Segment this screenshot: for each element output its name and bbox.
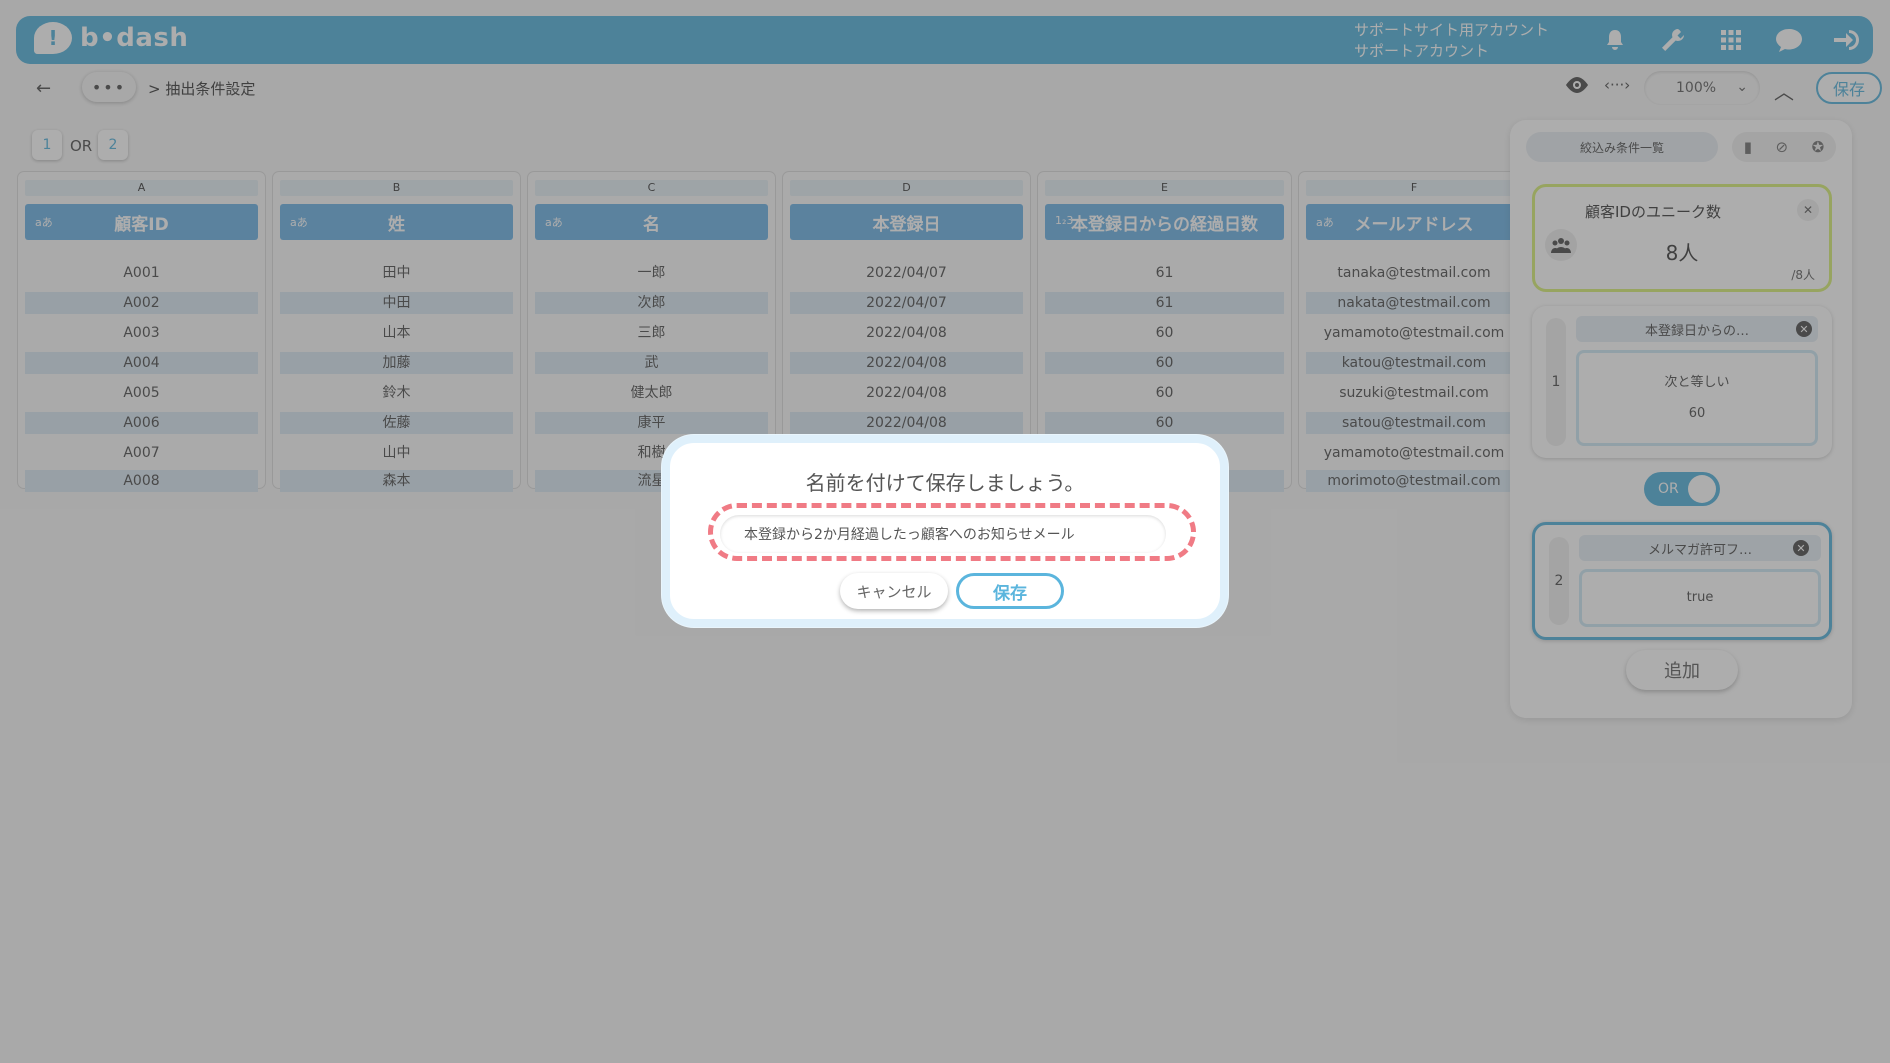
name-input[interactable] (720, 515, 1166, 553)
save-button[interactable]: 保存 (956, 573, 1064, 609)
save-name-dialog: 名前を付けて保存しましょう。 キャンセル 保存 (662, 435, 1228, 627)
cancel-button[interactable]: キャンセル (840, 573, 948, 609)
dialog-title: 名前を付けて保存しましょう。 (805, 471, 1085, 495)
app-window: ! b•dash サポートサイト用アカウント サポートアカウント ← ••• >… (0, 0, 1890, 1063)
